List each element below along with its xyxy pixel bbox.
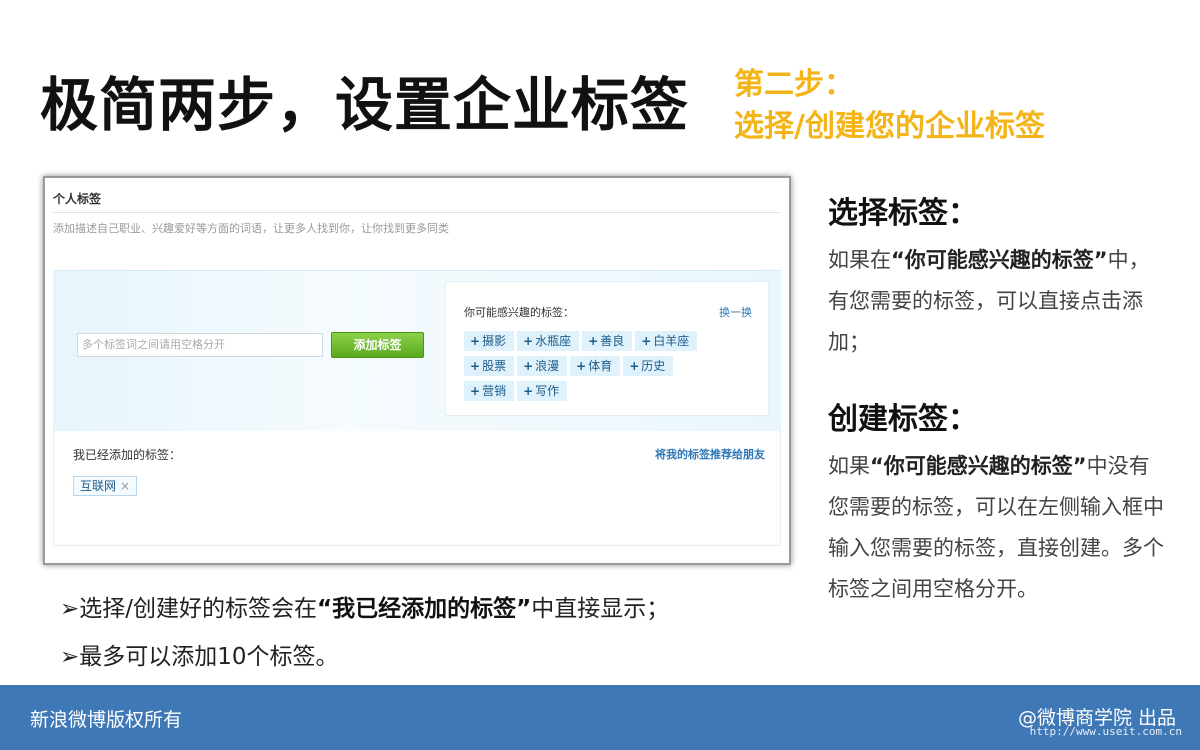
suggested-tags-panel: 你可能感兴趣的标签： 换一换 + 摄影 + 水瓶座 + 善良 + 白羊座 + 股票 + 浪漫 + 体育 + 历…: [445, 281, 769, 416]
plus-icon: +: [523, 359, 534, 373]
suggested-tag[interactable]: + 写作: [517, 381, 568, 401]
tag-input[interactable]: 多个标签词之间请用空格分开: [77, 333, 323, 357]
suggested-tags-list: + 摄影 + 水瓶座 + 善良 + 白羊座 + 股票 + 浪漫 + 体育 + 历史 + 营销 + 写作: [464, 331, 764, 406]
select-tag-body: 如果在“你可能感兴趣的标签”中，有您需要的标签，可以直接点击添加；: [828, 240, 1168, 363]
step-title: 第二步： 选择/创建您的企业标签: [734, 64, 1045, 148]
suggested-tag[interactable]: + 水瓶座: [517, 331, 580, 351]
section-description: 添加描述自己职业、兴趣爱好等方面的词语，让更多人找到你，让你找到更多同类: [53, 222, 449, 235]
select-tag-title: 选择标签：: [828, 196, 978, 231]
suggested-tag[interactable]: + 历史: [623, 356, 674, 376]
plus-icon: +: [641, 334, 652, 348]
plus-icon: +: [523, 334, 534, 348]
plus-icon: +: [576, 359, 587, 373]
recommend-tags-link[interactable]: 将我的标签推荐给朋友: [655, 446, 765, 462]
refresh-link[interactable]: 换一换: [719, 304, 752, 320]
select-body-prefix: 如果在: [828, 248, 891, 272]
plus-icon: +: [523, 384, 534, 398]
added-tag-label: 互联网: [80, 479, 117, 493]
suggested-tag-label: 营销: [482, 384, 507, 398]
suggested-tag-label: 白羊座: [653, 334, 690, 348]
plus-icon: +: [588, 334, 599, 348]
plus-icon: +: [470, 334, 481, 348]
note-line-1: ➢选择/创建好的标签会在“我已经添加的标签”中直接显示；: [60, 585, 669, 633]
create-tag-section: 创建标签： 如果“你可能感兴趣的标签”中没有您需要的标签，可以在左侧输入框中输入…: [828, 394, 1168, 610]
section-title: 个人标签: [53, 186, 781, 213]
suggested-tag[interactable]: + 善良: [582, 331, 633, 351]
notes: ➢选择/创建好的标签会在“我已经添加的标签”中直接显示； ➢最多可以添加10个标…: [60, 585, 669, 681]
suggested-tag-label: 写作: [535, 384, 560, 398]
suggested-tag[interactable]: + 白羊座: [635, 331, 698, 351]
step-label: 第二步：: [734, 67, 854, 102]
create-tag-title: 创建标签：: [828, 402, 978, 437]
suggested-tag-label: 善良: [600, 334, 625, 348]
tag-input-area: 多个标签词之间请用空格分开 添加标签 你可能感兴趣的标签： 换一换 + 摄影 + 水瓶…: [53, 270, 781, 431]
copyright: 新浪微博版权所有: [30, 709, 183, 731]
note-line-2: ➢最多可以添加10个标签。: [60, 644, 339, 670]
suggested-tag-label: 体育: [588, 359, 613, 373]
suggested-tag-label: 历史: [641, 359, 666, 373]
suggested-tag-label: 浪漫: [535, 359, 560, 373]
tag-settings-screenshot: 个人标签 添加描述自己职业、兴趣爱好等方面的词语，让更多人找到你，让你找到更多同…: [43, 176, 791, 565]
note-1-suffix: 中直接显示；: [531, 596, 670, 622]
suggested-tag[interactable]: + 浪漫: [517, 356, 568, 376]
note-1-emphasis: “我已经添加的标签”: [317, 596, 532, 622]
suggested-tag-label: 摄影: [482, 334, 507, 348]
create-body-emphasis: “你可能感兴趣的标签”: [870, 454, 1087, 478]
plus-icon: +: [629, 359, 640, 373]
suggested-tags-title: 你可能感兴趣的标签：: [464, 306, 574, 319]
suggested-tag[interactable]: + 摄影: [464, 331, 515, 351]
watermark-url: http://www.useit.com.cn: [1029, 725, 1182, 738]
plus-icon: +: [470, 384, 481, 398]
page-title: 极简两步，设置企业标签: [40, 71, 690, 139]
step-description: 选择/创建您的企业标签: [734, 109, 1045, 144]
add-tag-button[interactable]: 添加标签: [331, 332, 424, 358]
remove-tag-icon[interactable]: ×: [120, 479, 130, 493]
suggested-tag[interactable]: + 股票: [464, 356, 515, 376]
footer-bar: 新浪微博版权所有 @微博商学院 出品 http://www.useit.com.…: [0, 685, 1200, 750]
added-tags-title: 我已经添加的标签：: [73, 448, 182, 462]
create-tag-body: 如果“你可能感兴趣的标签”中没有您需要的标签，可以在左侧输入框中输入您需要的标签…: [828, 446, 1168, 610]
select-tag-section: 选择标签： 如果在“你可能感兴趣的标签”中，有您需要的标签，可以直接点击添加；: [828, 188, 1168, 363]
suggested-tag-label: 水瓶座: [535, 334, 572, 348]
suggested-tag[interactable]: + 体育: [570, 356, 621, 376]
create-body-prefix: 如果: [828, 454, 870, 478]
suggested-tag-label: 股票: [482, 359, 507, 373]
suggested-tag[interactable]: + 营销: [464, 381, 515, 401]
plus-icon: +: [470, 359, 481, 373]
added-tag[interactable]: 互联网 ×: [73, 476, 138, 496]
select-body-emphasis: “你可能感兴趣的标签”: [891, 248, 1108, 272]
note-1-prefix: ➢选择/创建好的标签会在: [60, 596, 318, 622]
